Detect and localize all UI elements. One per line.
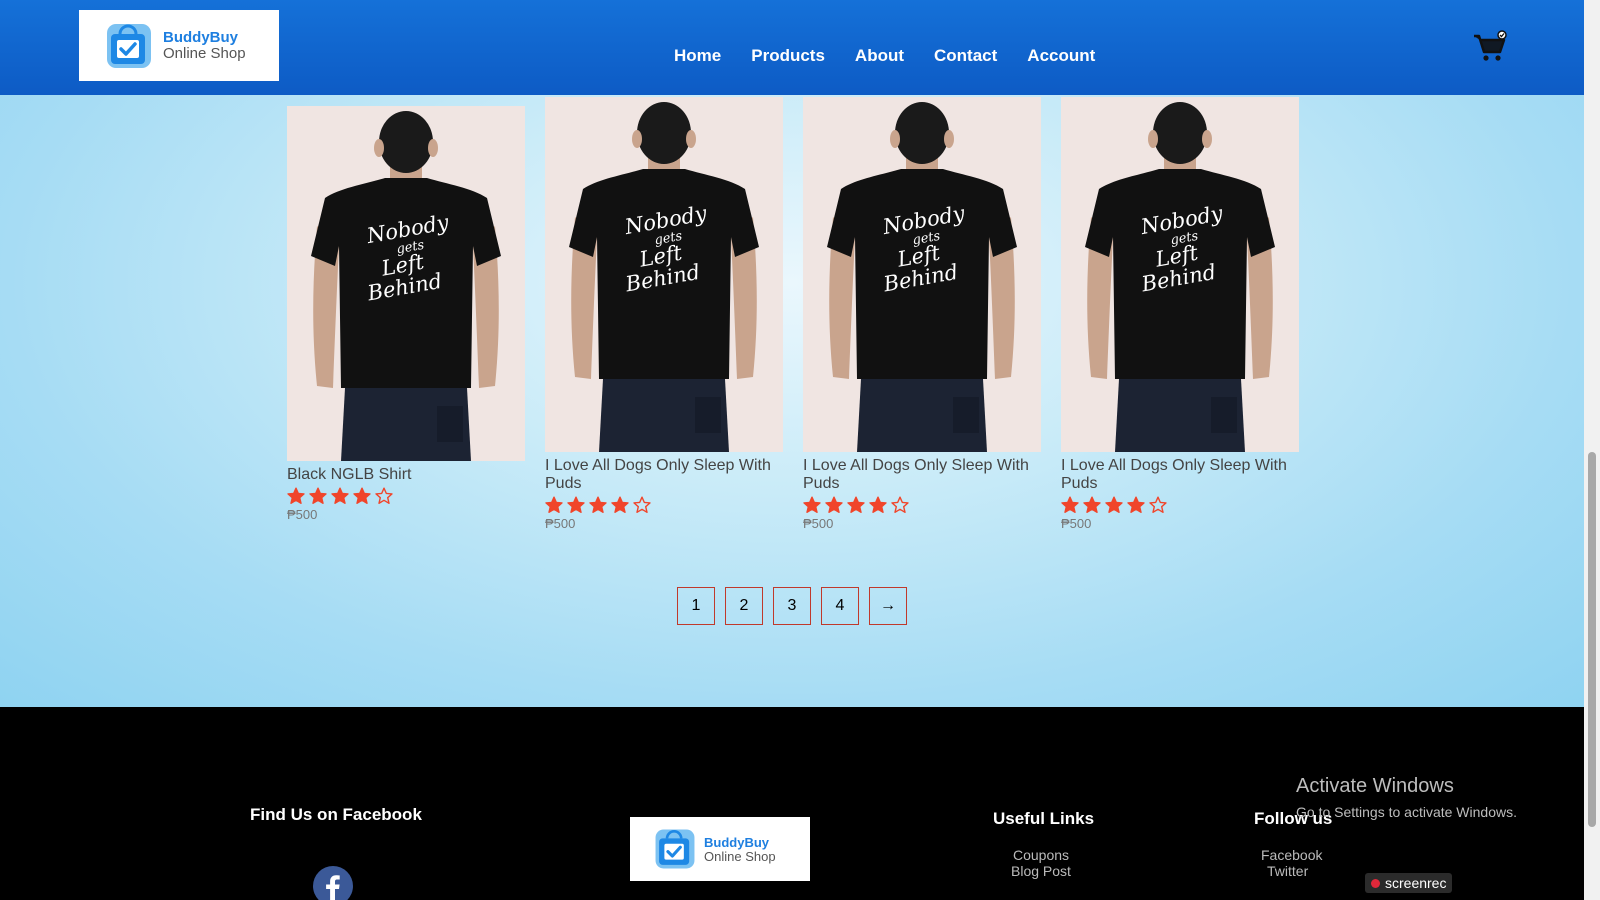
screenrec-badge: screenrec — [1365, 873, 1453, 893]
coupons-link[interactable]: Coupons — [1013, 847, 1069, 863]
screenrec-label: screenrec — [1385, 875, 1447, 891]
star-filled-icon — [847, 496, 865, 513]
page: Nobody gets Left Behind Black NGLB Shirt… — [0, 0, 1584, 900]
page-button-1[interactable]: 1 — [677, 587, 715, 625]
useful-links-heading: Useful Links — [993, 809, 1095, 828]
shopping-cart-icon[interactable] — [1472, 28, 1508, 64]
star-filled-icon — [1061, 496, 1079, 513]
nav-products[interactable]: Products — [751, 46, 825, 66]
product-image[interactable]: Nobody gets Left Behind — [545, 97, 783, 452]
logo-subtitle: Online Shop — [163, 45, 246, 62]
product-name[interactable]: I Love All Dogs Only Sleep With Puds — [803, 457, 1041, 493]
rating-stars — [545, 495, 783, 515]
product-image[interactable]: Nobody gets Left Behind — [803, 97, 1041, 452]
nav-account[interactable]: Account — [1027, 46, 1095, 66]
shirt-photo: Nobody gets Left Behind — [545, 97, 783, 452]
vertical-scrollbar[interactable] — [1584, 0, 1600, 900]
main-content: Nobody gets Left Behind Black NGLB Shirt… — [0, 0, 1584, 707]
product-price: ₱500 — [803, 516, 834, 531]
next-page-button[interactable]: → — [869, 587, 907, 625]
scrollbar-thumb[interactable] — [1588, 452, 1596, 827]
star-empty-icon — [891, 496, 909, 513]
blog-post-link[interactable]: Blog Post — [1011, 863, 1071, 879]
find-us-heading: Find Us on Facebook — [250, 805, 422, 824]
site-header: BuddyBuy Online Shop Home Products About… — [0, 0, 1584, 95]
star-filled-icon — [1083, 496, 1101, 513]
record-icon — [1371, 878, 1380, 888]
activate-windows-watermark: Activate Windows Go to Settings to activ… — [1296, 775, 1517, 820]
logo-title: BuddyBuy — [163, 29, 238, 46]
star-filled-icon — [869, 496, 887, 513]
star-filled-icon — [545, 496, 563, 513]
star-filled-icon — [589, 496, 607, 513]
rating-stars — [803, 495, 1041, 515]
nav-home[interactable]: Home — [674, 46, 721, 66]
star-filled-icon — [1105, 496, 1123, 513]
shopping-bag-icon — [107, 23, 151, 68]
product-price: ₱500 — [1061, 516, 1092, 531]
shopping-bag-icon — [655, 829, 695, 869]
site-logo[interactable]: BuddyBuy Online Shop — [79, 10, 279, 81]
star-filled-icon — [331, 487, 349, 504]
star-empty-icon — [633, 496, 651, 513]
product-price: ₱500 — [287, 507, 318, 522]
star-filled-icon — [803, 496, 821, 513]
footer-logo[interactable]: BuddyBuy Online Shop — [630, 817, 810, 881]
product-card[interactable]: Nobody gets Left Behind I Love All Dogs … — [545, 97, 783, 531]
nav-contact[interactable]: Contact — [934, 46, 997, 66]
pagination: 1 2 3 4 → — [677, 587, 907, 625]
product-card[interactable]: Nobody gets Left Behind I Love All Dogs … — [803, 97, 1041, 531]
shirt-photo: Nobody gets Left Behind — [1061, 97, 1299, 452]
star-filled-icon — [567, 496, 585, 513]
product-image[interactable]: Nobody gets Left Behind — [1061, 97, 1299, 452]
product-name[interactable]: Black NGLB Shirt — [287, 466, 525, 484]
product-name[interactable]: I Love All Dogs Only Sleep With Puds — [1061, 457, 1299, 493]
star-empty-icon — [1149, 496, 1167, 513]
star-empty-icon — [375, 487, 393, 504]
shirt-photo: Nobody gets Left Behind — [803, 97, 1041, 452]
star-filled-icon — [1127, 496, 1145, 513]
activate-title: Activate Windows — [1296, 775, 1454, 797]
site-footer: Find Us on Facebook BuddyBuy Online Shop… — [0, 707, 1584, 900]
rating-stars — [287, 486, 525, 506]
star-filled-icon — [825, 496, 843, 513]
twitter-link[interactable]: Twitter — [1267, 863, 1308, 879]
footer-logo-title: BuddyBuy — [704, 834, 769, 850]
facebook-link[interactable]: Facebook — [1261, 847, 1322, 863]
shirt-photo: Nobody gets Left Behind — [287, 106, 525, 461]
main-nav: Home Products About Contact Account — [674, 46, 1125, 66]
product-price: ₱500 — [545, 516, 576, 531]
star-filled-icon — [287, 487, 305, 504]
product-card[interactable]: Nobody gets Left Behind Black NGLB Shirt… — [287, 106, 525, 522]
page-button-3[interactable]: 3 — [773, 587, 811, 625]
star-filled-icon — [309, 487, 327, 504]
product-card[interactable]: Nobody gets Left Behind I Love All Dogs … — [1061, 97, 1299, 531]
star-filled-icon — [353, 487, 371, 504]
page-button-2[interactable]: 2 — [725, 587, 763, 625]
page-button-4[interactable]: 4 — [821, 587, 859, 625]
facebook-icon[interactable] — [313, 866, 353, 900]
activate-subtitle: Go to Settings to activate Windows. — [1296, 804, 1517, 820]
star-filled-icon — [611, 496, 629, 513]
product-name[interactable]: I Love All Dogs Only Sleep With Puds — [545, 457, 783, 493]
product-image[interactable]: Nobody gets Left Behind — [287, 106, 525, 461]
rating-stars — [1061, 495, 1299, 515]
nav-about[interactable]: About — [855, 46, 904, 66]
footer-logo-subtitle: Online Shop — [704, 848, 776, 864]
